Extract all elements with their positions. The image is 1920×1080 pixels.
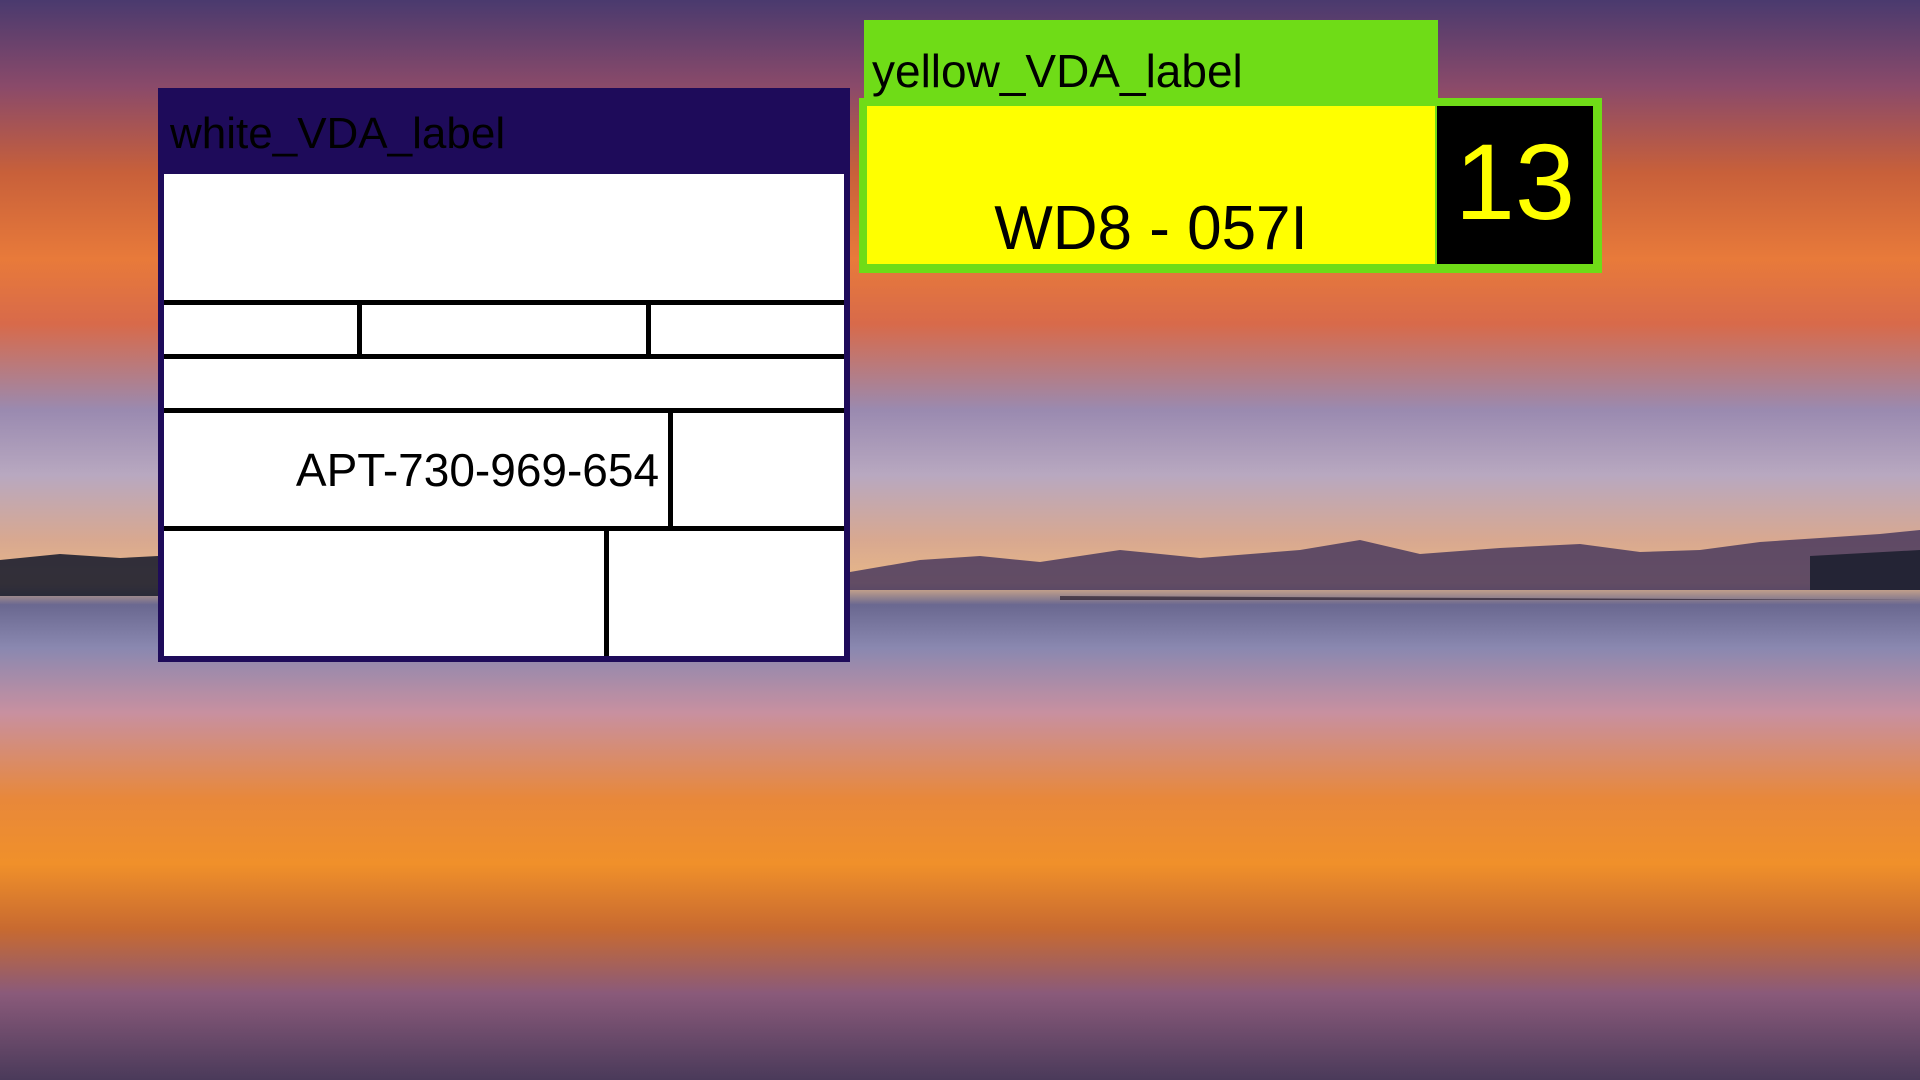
white-label-code: APT-730-969-654 [295,444,660,496]
divider [604,526,609,656]
divider [164,408,844,413]
yellow-code-box: WD8 - 057I [867,106,1435,264]
divider [357,300,362,355]
yellow-label-number: 13 [1454,121,1576,242]
yellow-label-code: WD8 - 057I [994,194,1308,263]
number-box: 13 [1437,106,1593,264]
yellow-label-title: yellow_VDA_label [872,45,1243,97]
divider [164,300,844,305]
white-vda-label-panel[interactable]: white_VDA_label APT-730-969-654 [158,88,850,662]
divider [164,526,844,531]
yellow-vda-label-header[interactable]: yellow_VDA_label [864,20,1438,104]
divider [164,354,844,359]
white-label-body: APT-730-969-654 [164,174,844,656]
white-label-title: white_VDA_label [170,109,506,158]
divider [646,300,651,355]
divider [668,408,673,528]
yellow-vda-label-panel[interactable]: WD8 - 057I 13 [859,98,1602,273]
